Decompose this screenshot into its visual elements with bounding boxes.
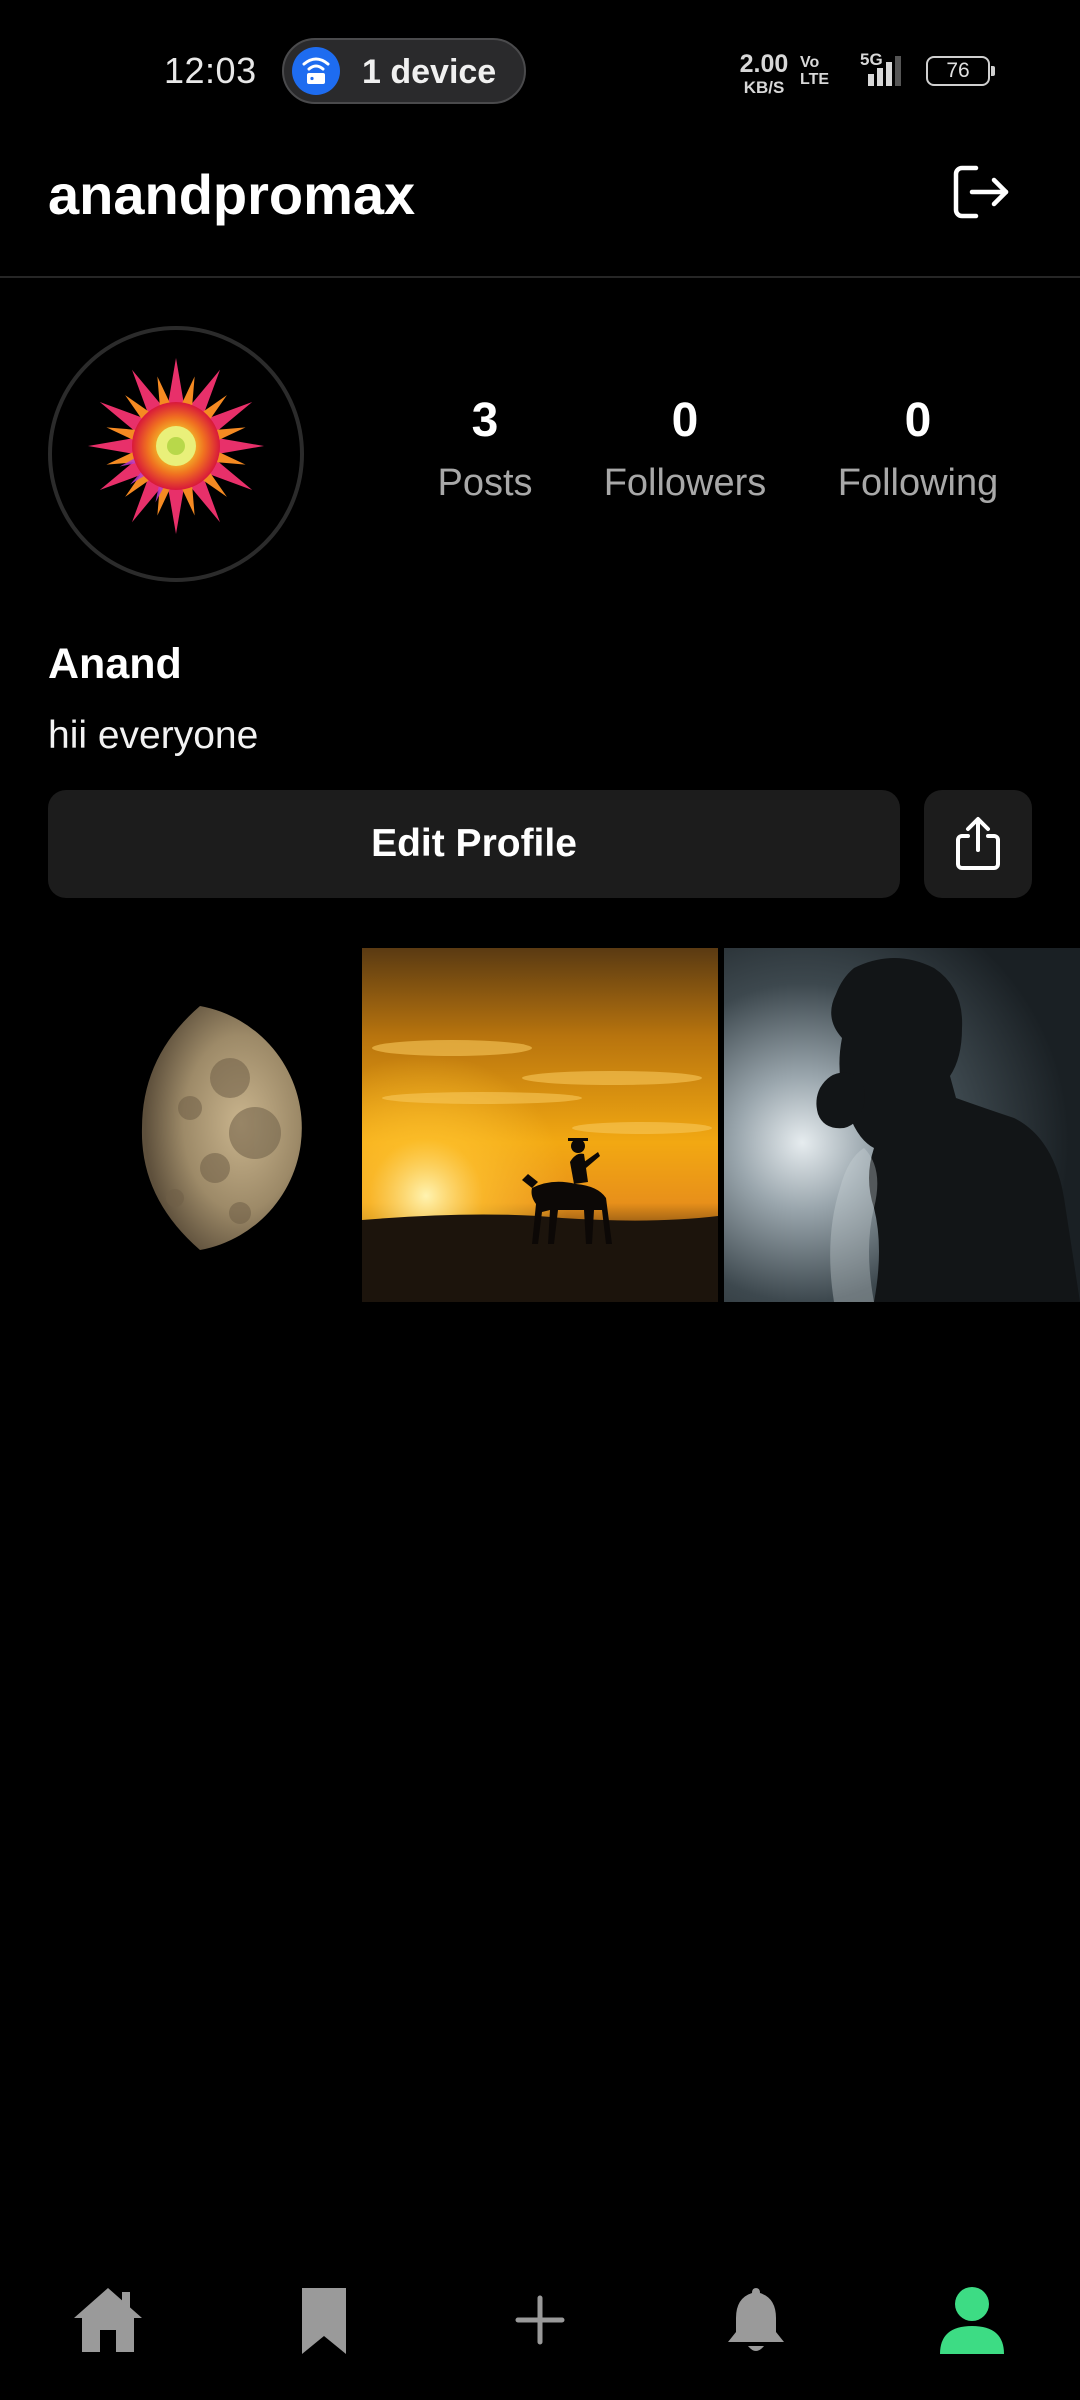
logout-button[interactable] [948,160,1012,224]
battery-icon: 76 [926,56,995,86]
bookmark-icon [302,2288,346,2354]
sunset-rider-image [362,948,718,1302]
network-speed-unit: KB/S [743,78,785,97]
share-profile-button[interactable] [924,790,1032,898]
home-icon [74,2288,142,2352]
profile-icon [940,2287,1004,2354]
avatar-image [88,358,264,534]
volte-indicator: Vo LTE [800,54,829,88]
signal-icon [868,56,901,86]
status-bar: 12:03 1 device 2.00 KB/S Vo LTE 5G 76 [0,0,1080,140]
profile-display-name: Anand [48,640,182,688]
nav-notifications[interactable] [696,2260,816,2380]
nav-saved[interactable] [264,2260,384,2380]
nav-create[interactable] [480,2260,600,2380]
plus-icon [515,2295,565,2345]
volte-top: Vo [800,54,820,71]
edit-profile-button[interactable]: Edit Profile [48,790,900,898]
battery-level: 76 [946,59,970,82]
stat-posts-value: 3 [471,394,499,447]
volte-bottom: LTE [800,71,830,88]
hotspot-label: 1 device [362,53,497,91]
post-thumbnail[interactable] [0,948,356,1302]
stat-following-label: Following [837,462,999,504]
stat-following-value: 0 [904,394,932,447]
app-header: anandpromax [0,140,1080,278]
hotspot-icon [292,47,340,95]
network-speed: 2.00 KB/S [736,50,792,97]
stat-posts-label: Posts [437,462,533,504]
post-thumbnail[interactable] [362,948,718,1302]
stat-followers-value: 0 [671,394,699,447]
silhouette-portrait-image [724,948,1080,1302]
stat-following[interactable]: 0 Following [820,392,1016,505]
logout-icon [953,165,1009,219]
stat-followers-label: Followers [603,462,767,504]
nav-profile[interactable] [912,2260,1032,2380]
profile-avatar[interactable] [48,326,304,582]
post-grid [0,948,1080,1302]
network-speed-value: 2.00 [739,50,789,78]
bell-icon [728,2288,784,2351]
bottom-navigation [0,2240,1080,2400]
profile-stats: 3 Posts 0 Followers 0 Following [400,392,1030,532]
status-time: 12:03 [164,50,257,91]
hotspot-indicator[interactable]: 1 device [282,38,526,104]
post-thumbnail[interactable] [724,948,1080,1302]
share-icon [956,817,1000,870]
moon-image [0,948,356,1302]
stat-followers[interactable]: 0 Followers [590,392,780,505]
stat-posts[interactable]: 3 Posts [400,392,570,505]
profile-username: anandpromax [48,163,416,226]
nav-home[interactable] [48,2260,168,2380]
profile-bio: hii everyone [48,714,259,757]
